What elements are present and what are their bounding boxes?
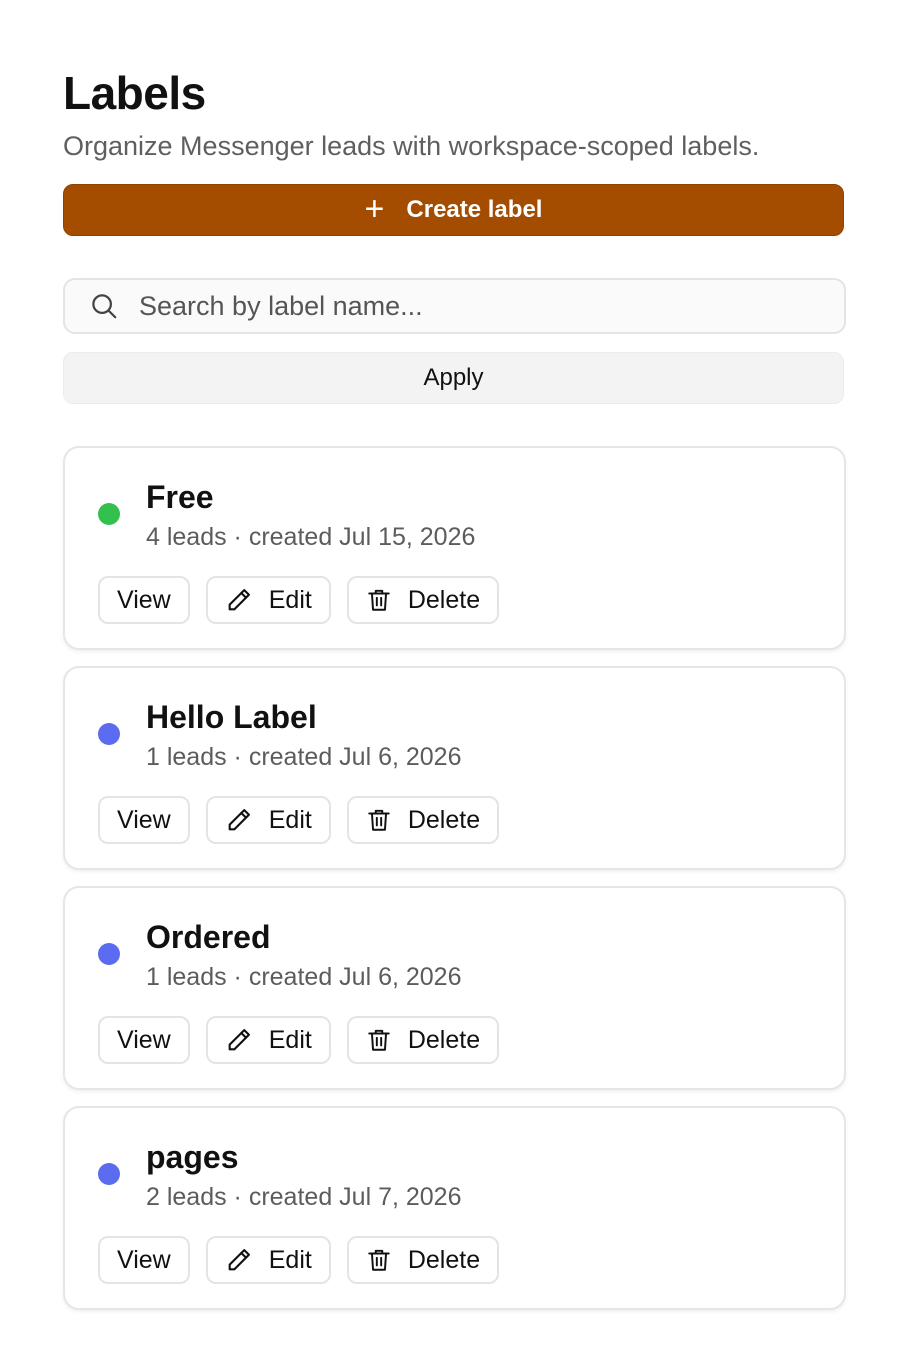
trash-icon bbox=[368, 589, 390, 611]
view-button[interactable]: View bbox=[98, 1016, 190, 1064]
label-actions: View Edit Delete bbox=[98, 576, 500, 624]
label-color-dot bbox=[98, 943, 120, 965]
pencil-icon bbox=[228, 1029, 250, 1051]
label-card: Ordered 1 leads · created Jul 6, 2026 Vi… bbox=[63, 886, 846, 1090]
label-actions: View Edit Delete bbox=[98, 1016, 500, 1064]
delete-label: Delete bbox=[407, 585, 481, 614]
label-card: Hello Label 1 leads · created Jul 6, 202… bbox=[63, 666, 846, 870]
view-label: View bbox=[117, 1025, 171, 1054]
edit-label: Edit bbox=[268, 1245, 312, 1274]
view-button[interactable]: View bbox=[98, 796, 190, 844]
search-icon bbox=[92, 294, 117, 319]
trash-icon bbox=[368, 1249, 390, 1271]
label-name: Free bbox=[146, 479, 214, 515]
trash-icon bbox=[368, 809, 390, 831]
label-card: pages 2 leads · created Jul 7, 2026 View… bbox=[63, 1106, 846, 1310]
label-color-dot bbox=[98, 503, 120, 525]
view-label: View bbox=[117, 1245, 171, 1274]
create-label-button[interactable]: + Create label bbox=[63, 184, 844, 236]
search-input[interactable] bbox=[137, 289, 741, 323]
label-name: pages bbox=[146, 1139, 239, 1175]
label-list: Free 4 leads · created Jul 15, 2026 View… bbox=[63, 446, 846, 1310]
delete-button[interactable]: Delete bbox=[346, 576, 500, 624]
trash-icon bbox=[368, 1029, 390, 1051]
view-label: View bbox=[117, 585, 171, 614]
delete-label: Delete bbox=[407, 805, 481, 834]
label-meta: 1 leads · created Jul 6, 2026 bbox=[146, 963, 462, 991]
edit-label: Edit bbox=[268, 1025, 312, 1054]
edit-button[interactable]: Edit bbox=[205, 1236, 331, 1284]
label-name: Hello Label bbox=[146, 699, 317, 735]
apply-button[interactable]: Apply bbox=[63, 352, 844, 404]
edit-label: Edit bbox=[268, 805, 312, 834]
edit-button[interactable]: Edit bbox=[205, 796, 331, 844]
label-color-dot bbox=[98, 1163, 120, 1185]
delete-button[interactable]: Delete bbox=[346, 1016, 500, 1064]
view-button[interactable]: View bbox=[98, 576, 190, 624]
label-name: Ordered bbox=[146, 919, 271, 955]
page-subtitle: Organize Messenger leads with workspace-… bbox=[63, 131, 760, 161]
label-meta: 1 leads · created Jul 6, 2026 bbox=[146, 743, 462, 771]
view-button[interactable]: View bbox=[98, 1236, 190, 1284]
edit-button[interactable]: Edit bbox=[205, 576, 331, 624]
plus-icon: + bbox=[364, 189, 385, 228]
label-actions: View Edit Delete bbox=[98, 796, 500, 844]
delete-button[interactable]: Delete bbox=[346, 796, 500, 844]
pencil-icon bbox=[228, 589, 250, 611]
view-label: View bbox=[117, 805, 171, 834]
create-label-text: Create label bbox=[406, 196, 543, 223]
label-color-dot bbox=[98, 723, 120, 745]
label-card: Free 4 leads · created Jul 15, 2026 View… bbox=[63, 446, 846, 650]
label-meta: 4 leads · created Jul 15, 2026 bbox=[146, 523, 476, 551]
edit-label: Edit bbox=[268, 585, 312, 614]
delete-button[interactable]: Delete bbox=[346, 1236, 500, 1284]
delete-label: Delete bbox=[407, 1025, 481, 1054]
search-box[interactable] bbox=[63, 278, 846, 334]
label-actions: View Edit Delete bbox=[98, 1236, 500, 1284]
pencil-icon bbox=[228, 1249, 250, 1271]
page-title: Labels bbox=[63, 67, 206, 119]
delete-label: Delete bbox=[407, 1245, 481, 1274]
label-meta: 2 leads · created Jul 7, 2026 bbox=[146, 1183, 462, 1211]
pencil-icon bbox=[228, 809, 250, 831]
labels-page: Labels Organize Messenger leads with wor… bbox=[0, 0, 900, 1310]
edit-button[interactable]: Edit bbox=[205, 1016, 331, 1064]
